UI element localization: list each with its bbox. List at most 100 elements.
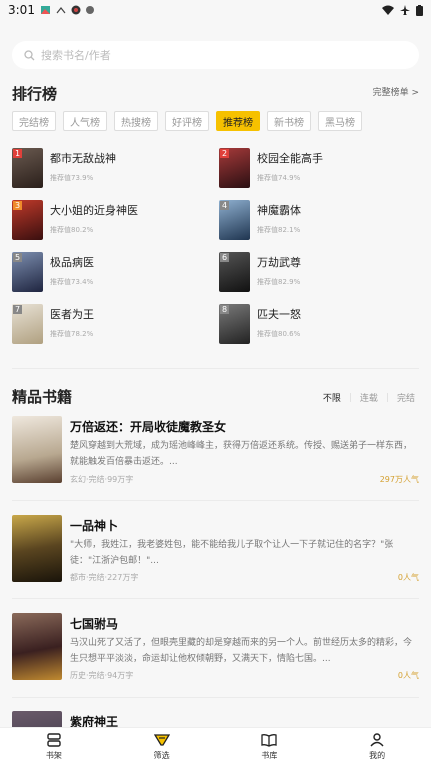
ranking-item-title: 校园全能高手: [257, 152, 323, 165]
app-notification-icon: [71, 5, 81, 15]
ranking-item[interactable]: 8 匹夫一怒 推荐值80.6%: [219, 304, 422, 344]
ranking-item[interactable]: 2 校园全能高手 推荐值74.9%: [219, 148, 422, 188]
book-cover: [12, 416, 62, 483]
status-time: 3:01: [8, 3, 35, 17]
photos-icon: [40, 6, 50, 14]
book-cover: [12, 515, 62, 582]
status-bar: 3:01: [0, 0, 431, 20]
bottom-navigation: 书架 筛选 书库 我的: [0, 727, 431, 766]
book-description: 楚风穿越到大荒域，成为瑶池峰峰主，获得万倍返还系统。传授、赐送弟子一样东西，就能…: [70, 441, 413, 467]
book-cover: 2: [219, 148, 250, 188]
book-title: 万倍返还：开局收徒魔教圣女: [70, 420, 227, 434]
book-cover: 4: [219, 200, 250, 240]
rank-number: 2: [220, 149, 230, 158]
book-description: "大师，我姓江，我老婆姓包，能不能给我儿子取个让人一下子就记住的名字？"张徒："…: [70, 540, 394, 566]
tab-hot-search[interactable]: 热搜榜: [114, 111, 158, 131]
ranking-item-title: 万劫武尊: [257, 256, 301, 269]
rank-number: 7: [13, 305, 23, 314]
ranking-item-stat: 推荐值74.9%: [257, 174, 301, 182]
search-icon: [24, 49, 35, 60]
nav-bookshelf[interactable]: 书架: [0, 728, 108, 766]
featured-title: 精品书籍: [12, 388, 73, 406]
ranking-item[interactable]: 3 大小姐的近身神医 推荐值80.2%: [12, 200, 219, 240]
ranking-item[interactable]: 1 都市无敌战神 推荐值73.9%: [12, 148, 219, 188]
book-meta: 玄幻·完结·99万字: [70, 475, 134, 484]
row-divider: [12, 697, 419, 698]
nav-label: 我的: [369, 751, 386, 760]
row-divider: [12, 500, 419, 501]
book-cover: 6: [219, 252, 250, 292]
book-cover: 1: [12, 148, 43, 188]
book-cover: 8: [219, 304, 250, 344]
rank-number: 1: [13, 149, 23, 158]
tab-popular[interactable]: 人气榜: [63, 111, 107, 131]
ranking-item-title: 匹夫一怒: [257, 308, 301, 321]
book-cover: 5: [12, 252, 43, 292]
ranking-item[interactable]: 7 医者为王 推荐值78.2%: [12, 304, 219, 344]
tab-complete[interactable]: 完结榜: [12, 111, 56, 131]
ranking-item-stat: 推荐值80.2%: [50, 226, 94, 234]
ranking-item-stat: 推荐值78.2%: [50, 330, 94, 338]
tab-new-books[interactable]: 新书榜: [267, 111, 311, 131]
ranking-item-title: 神魔霸体: [257, 204, 301, 217]
signal-small-icon: [56, 7, 66, 14]
battery-icon: [416, 4, 423, 16]
wifi-icon: [382, 5, 394, 15]
airplane-icon: [400, 5, 410, 15]
ranking-item-stat: 推荐值82.9%: [257, 278, 301, 286]
filter-ongoing[interactable]: 连载: [360, 391, 378, 404]
search-placeholder: 搜索书名/作者: [41, 49, 111, 62]
rank-number: 3: [13, 201, 23, 210]
book-popularity: 0人气: [397, 573, 419, 582]
ranking-item-title: 都市无敌战神: [50, 152, 116, 165]
ranking-title: 排行榜: [12, 85, 58, 103]
ranking-item-title: 医者为王: [50, 308, 94, 321]
book-item[interactable]: 七国驸马 马汉山死了又活了，但眼壳里藏的却是穿越而来的另一个人。前世经历太多的精…: [12, 613, 419, 683]
ranking-item[interactable]: 5 极品病医 推荐值73.4%: [12, 252, 219, 292]
nav-label: 书架: [45, 751, 62, 760]
library-icon: [261, 734, 278, 747]
book-title: 紫府神王: [70, 715, 119, 727]
filter-icon: [153, 734, 170, 746]
tab-recommended[interactable]: 推荐榜: [216, 111, 260, 131]
ranking-tabs: 完结榜 人气榜 热搜榜 好评榜 推荐榜 新书榜 黑马榜: [12, 111, 362, 131]
tab-top-rated[interactable]: 好评榜: [165, 111, 209, 131]
notification-dot-icon: [85, 6, 94, 14]
full-ranking-link[interactable]: 完整榜单 >: [373, 85, 419, 98]
book-description: 马汉山死了又活了，但眼壳里藏的却是穿越而来的另一个人。前世经历太多的精彩，今生只…: [70, 638, 413, 664]
rank-number: 8: [220, 305, 230, 314]
book-item[interactable]: 紫府神王: [12, 711, 419, 727]
filter-separator: |: [348, 392, 352, 403]
book-title: 七国驸马: [70, 617, 119, 631]
nav-label: 书库: [261, 751, 278, 760]
ranking-item-stat: 推荐值80.6%: [257, 330, 301, 338]
filter-completed[interactable]: 完结: [397, 391, 415, 404]
book-item[interactable]: 一品神卜 "大师，我姓江，我老婆姓包，能不能给我儿子取个让人一下子就记住的名字？…: [12, 515, 419, 585]
book-popularity: 0人气: [397, 671, 419, 680]
row-divider: [12, 598, 419, 599]
nav-label: 筛选: [153, 751, 170, 760]
nav-profile[interactable]: 我的: [323, 728, 431, 766]
nav-filter[interactable]: 筛选: [108, 728, 216, 766]
book-item[interactable]: 万倍返还：开局收徒魔教圣女 楚风穿越到大荒域，成为瑶池峰峰主，获得万倍返还系统。…: [12, 416, 419, 496]
rank-number: 5: [13, 253, 23, 262]
search-bar[interactable]: 搜索书名/作者: [12, 41, 419, 69]
ranking-item-stat: 推荐值82.1%: [257, 226, 301, 234]
book-title: 一品神卜: [70, 519, 119, 533]
tab-dark-horse[interactable]: 黑马榜: [318, 111, 362, 131]
ranking-item[interactable]: 6 万劫武尊 推荐值82.9%: [219, 252, 422, 292]
filter-all[interactable]: 不限: [323, 391, 341, 404]
book-cover: 7: [12, 304, 43, 344]
ranking-item-stat: 推荐值73.9%: [50, 174, 94, 182]
ranking-item[interactable]: 4 神魔霸体 推荐值82.1%: [219, 200, 422, 240]
status-filters: 不限 | 连载 | 完结: [323, 391, 415, 405]
filter-separator: |: [385, 392, 389, 403]
ranking-list: 1 都市无敌战神 推荐值73.9% 2 校园全能高手 推荐值74.9% 3 大小…: [12, 148, 422, 344]
book-meta: 都市·完结·227万字: [70, 573, 139, 582]
book-popularity: 297万人气: [379, 475, 419, 484]
rank-number: 6: [220, 253, 230, 262]
book-meta: 历史·完结·94万字: [70, 671, 134, 680]
nav-library[interactable]: 书库: [216, 728, 324, 766]
book-cover: [12, 711, 62, 727]
section-divider: [12, 368, 419, 369]
